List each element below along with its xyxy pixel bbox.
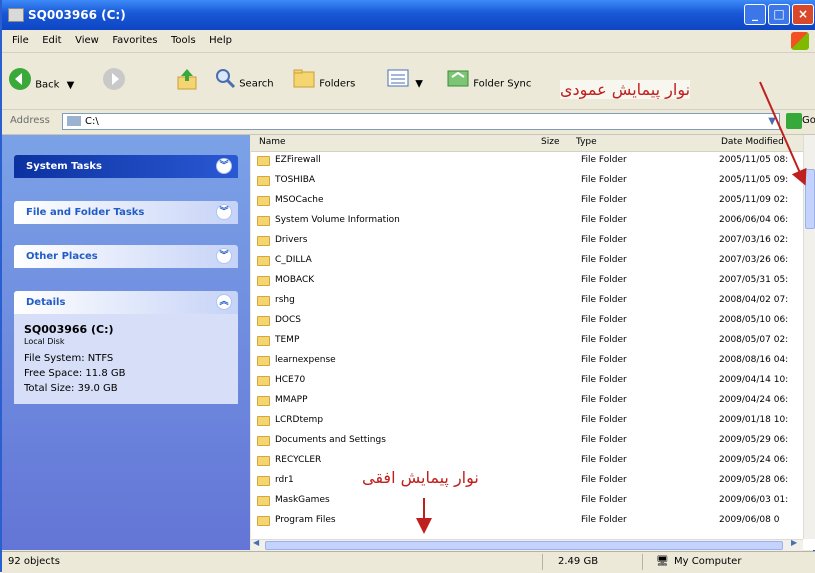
vertical-annotation-arrow [759, 81, 807, 186]
annotation-arrows [416, 81, 807, 534]
